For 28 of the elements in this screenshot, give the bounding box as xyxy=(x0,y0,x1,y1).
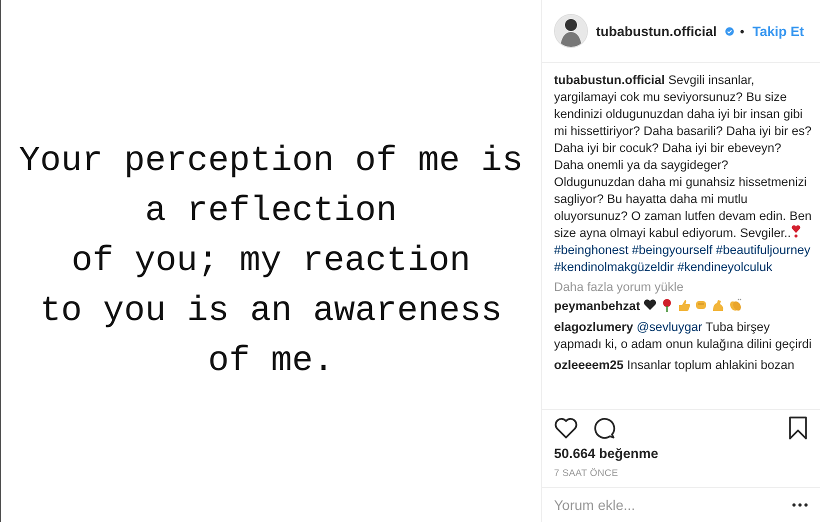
bookmark-button[interactable] xyxy=(788,416,808,440)
post-time: 7 SAAT ÖNCE xyxy=(554,468,620,479)
hashtag-link[interactable]: #beingyourself xyxy=(632,243,712,257)
quote-line: a reflection xyxy=(144,190,398,233)
hashtag-link[interactable]: #beinghonest xyxy=(554,243,628,257)
avatar[interactable] xyxy=(554,14,588,48)
hashtag-link[interactable]: #kendinolmakgüzeldir xyxy=(554,260,674,274)
more-options-icon[interactable] xyxy=(792,503,808,507)
caption-text: tubabustun.official Sevgili insanlar, yargilamayi cok mu seviyorsunuz? Bu size kendinizi oldugunuzdan daha iyi bir insan gibi mi hissettiriyor? Daha basarili? Daha iyi bir es? Daha iyi bir cocuk? Daha iyi bir ebeveyn? Daha onemli ya da saygideger? Oldugunuzdan daha mi gunahsiz hissetmenizi sagliyor? Bu hayatta daha mi mutlu oluyorsunuz? O zaman lutfen devam edin. Ben size ayna olmayi kabul ediyorum. Sevgiler.. #beinghonest #beingyourself #beautifuljourney #kendinolmakgüzeldir #kendineyolculuk xyxy=(554,72,812,276)
comment-input-field[interactable]: Yorum ekle... xyxy=(554,497,792,513)
comment-button[interactable] xyxy=(592,416,616,440)
like-count[interactable]: 50.664 beğenme xyxy=(554,446,658,461)
quote-line: to you is an awareness xyxy=(40,290,502,333)
like-button[interactable] xyxy=(554,417,578,439)
clapping-hands-icon xyxy=(728,298,742,312)
quote-line: of you; my reaction xyxy=(71,240,471,283)
hashtag-link[interactable]: #beautifuljourney xyxy=(716,243,810,257)
username[interactable]: tubabustun.official xyxy=(596,24,717,38)
heart-icon xyxy=(643,298,658,312)
comment-text: ozleeeem25 Insanlar toplum ahlakini bozan xyxy=(554,357,796,374)
mention-link[interactable]: @sevluygar xyxy=(636,320,702,334)
quote-line: Your perception of me is xyxy=(18,140,524,183)
heart-exclamation-icon xyxy=(790,225,801,238)
quote-line: of me. xyxy=(208,340,334,383)
separator: • xyxy=(740,24,744,38)
comment-username[interactable]: peymanbehzat xyxy=(554,299,640,313)
hashtag-link[interactable]: #kendineyolculuk xyxy=(677,260,772,274)
thumbs-up-icon xyxy=(677,298,692,312)
